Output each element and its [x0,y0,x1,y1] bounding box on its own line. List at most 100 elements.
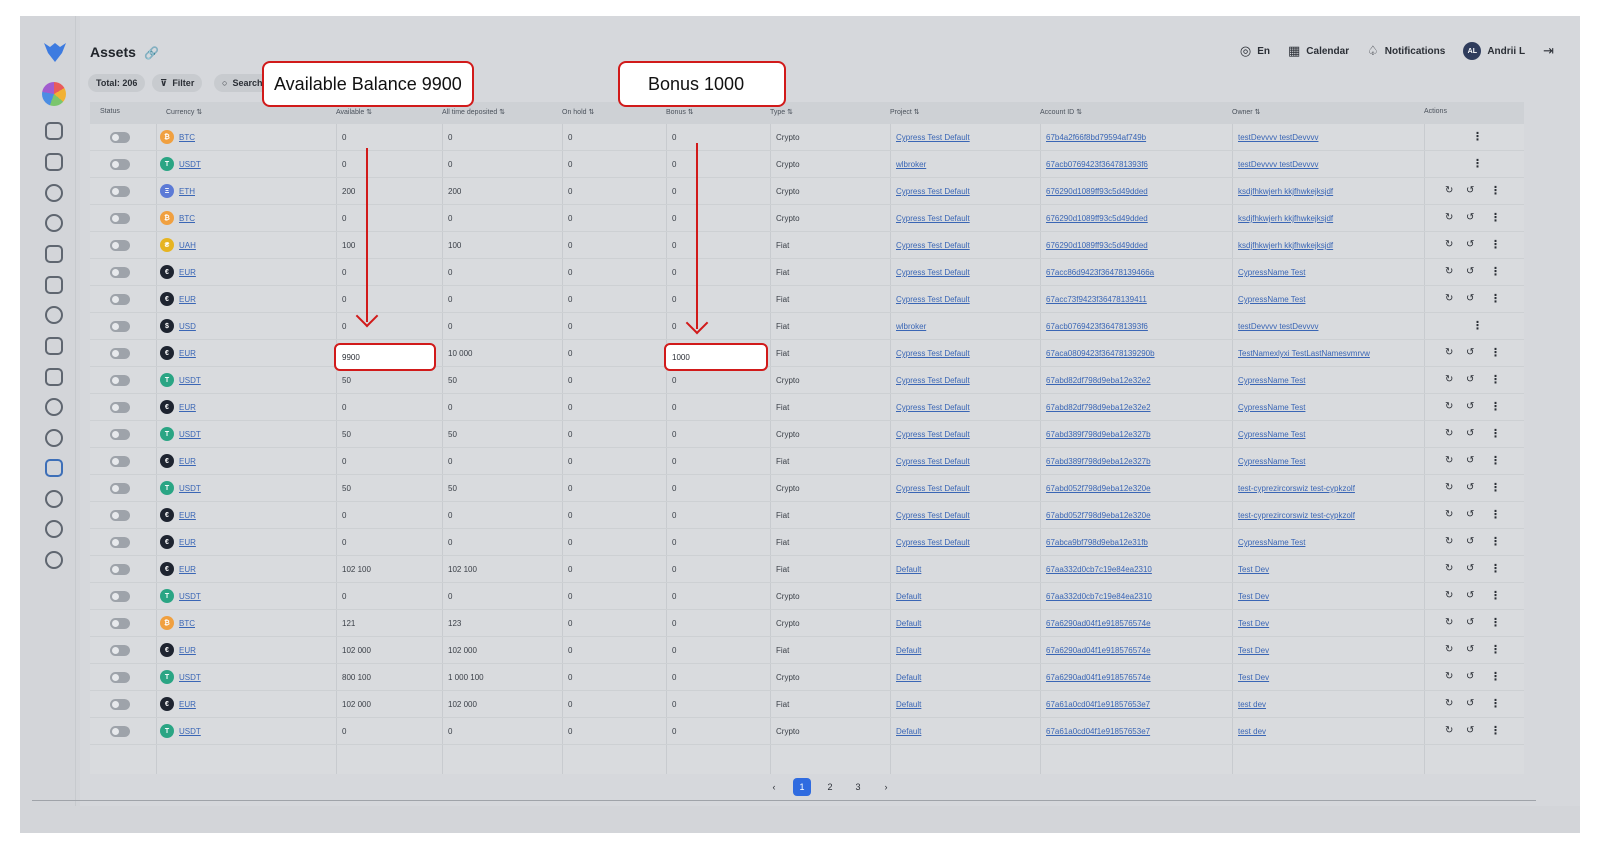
withdraw-icon[interactable]: ↺ [1466,266,1474,277]
column-header[interactable]: Owner ⇅ [1232,108,1260,116]
withdraw-icon[interactable]: ↺ [1466,482,1474,493]
project-link[interactable]: Cypress Test Default [896,268,970,277]
withdraw-icon[interactable]: ↺ [1466,428,1474,439]
column-header[interactable]: Type ⇅ [770,108,793,116]
owner-link[interactable]: CypressName Test [1238,376,1305,385]
currency-link[interactable]: EUR [179,700,196,709]
status-toggle[interactable] [110,537,130,548]
status-toggle[interactable] [110,402,130,413]
currency-link[interactable]: BTC [179,133,195,142]
table-row[interactable]: ₿ BTC 0 0 0 0 Crypto Cypress Test Default 67b4a2… [90,124,1524,151]
notifications-button[interactable]: ♤ Notifications [1367,43,1445,59]
coins-icon[interactable] [45,398,63,416]
table-row[interactable]: $ USD 0 0 0 0 Fiat wlbroker 67acb0769423f3647813… [90,313,1524,340]
document-icon[interactable] [45,245,63,263]
more-actions-icon[interactable]: ⋮ [1490,238,1501,251]
currency-link[interactable]: EUR [179,565,196,574]
deposit-icon[interactable]: ↻ [1445,644,1453,655]
deposit-icon[interactable]: ↻ [1445,590,1453,601]
project-link[interactable]: Default [896,565,921,574]
table-row[interactable]: T USDT 50 50 0 0 Crypto Cypress Test Default 67a… [90,475,1524,502]
more-actions-icon[interactable]: ⋮ [1490,211,1501,224]
currency-link[interactable]: BTC [179,214,195,223]
column-header[interactable]: Bonus ⇅ [666,108,694,116]
status-toggle[interactable] [110,564,130,575]
more-actions-icon[interactable]: ⋮ [1490,400,1501,413]
status-toggle[interactable] [110,645,130,656]
project-link[interactable]: Default [896,592,921,601]
currency-link[interactable]: EUR [179,511,196,520]
more-actions-icon[interactable]: ⋮ [1490,535,1501,548]
users-icon[interactable] [45,184,63,202]
account-id-link[interactable]: 67b4a2f66f8bd79594af749b [1046,133,1146,142]
status-toggle[interactable] [110,429,130,440]
deposit-icon[interactable]: ↻ [1445,266,1453,277]
table-row[interactable]: Ξ ETH 200 200 0 0 Crypto Cypress Test Default 67… [90,178,1524,205]
owner-link[interactable]: ksdjfhkwjerh kkjfhwkejksjdf [1238,187,1333,196]
project-link[interactable]: wlbroker [896,160,926,169]
account-id-link[interactable]: 67a61a0cd04f1e91857653e7 [1046,700,1150,709]
project-link[interactable]: Cypress Test Default [896,403,970,412]
more-actions-icon[interactable]: ⋮ [1472,319,1483,332]
project-link[interactable]: Default [896,727,921,736]
more-actions-icon[interactable]: ⋮ [1490,724,1501,737]
currency-link[interactable]: USDT [179,430,201,439]
table-row[interactable]: € EUR 0 0 0 0 Fiat Cypress Test Default 67abca9b… [90,529,1524,556]
table-row[interactable]: T USDT 0 0 0 0 Crypto wlbroker 67acb0769423f3647… [90,151,1524,178]
owner-link[interactable]: testDevvvv testDevvvv [1238,160,1318,169]
more-actions-icon[interactable]: ⋮ [1490,373,1501,386]
withdraw-icon[interactable]: ↺ [1466,536,1474,547]
status-toggle[interactable] [110,159,130,170]
withdraw-icon[interactable]: ↺ [1466,374,1474,385]
account-id-link[interactable]: 67acb0769423f364781393f6 [1046,322,1148,331]
logo-icon[interactable] [42,41,68,63]
link-icon[interactable]: 🔗 [144,46,159,60]
project-link[interactable]: Default [896,673,921,682]
withdraw-icon[interactable]: ↺ [1466,347,1474,358]
sort-icon[interactable]: ⇅ [497,109,505,116]
folder-icon[interactable] [45,337,63,355]
currency-link[interactable]: EUR [179,268,196,277]
more-actions-icon[interactable]: ⋮ [1490,508,1501,521]
withdraw-icon[interactable]: ↺ [1466,239,1474,250]
table-row[interactable]: ₿ BTC 121 123 0 0 Crypto Default 67a6290ad04f1e9… [90,610,1524,637]
account-id-link[interactable]: 67aa332d0cb7c19e84ea2310 [1046,592,1152,601]
deposit-icon[interactable]: ↻ [1445,617,1453,628]
currency-link[interactable]: USDT [179,592,201,601]
currency-link[interactable]: EUR [179,349,196,358]
more-actions-icon[interactable]: ⋮ [1490,697,1501,710]
account-id-link[interactable]: 676290d1089ff93c5d49dded [1046,214,1148,223]
currency-link[interactable]: BTC [179,619,195,628]
owner-link[interactable]: Test Dev [1238,646,1269,655]
deposit-icon[interactable]: ↻ [1445,671,1453,682]
sort-icon[interactable]: ⇅ [364,109,372,116]
infinity-icon[interactable] [45,429,63,447]
status-toggle[interactable] [110,618,130,629]
status-toggle[interactable] [110,267,130,278]
project-link[interactable]: Cypress Test Default [896,538,970,547]
owner-link[interactable]: CypressName Test [1238,268,1305,277]
project-link[interactable]: Cypress Test Default [896,241,970,250]
status-toggle[interactable] [110,132,130,143]
currency-link[interactable]: USD [179,322,196,331]
column-header[interactable]: On hold ⇅ [562,108,594,116]
status-toggle[interactable] [110,726,130,737]
account-id-link[interactable]: 67aca0809423f36478139290b [1046,349,1155,358]
sort-icon[interactable]: ⇅ [194,109,202,116]
column-header[interactable]: Available ⇅ [336,108,372,116]
owner-link[interactable]: testDevvvv testDevvvv [1238,133,1318,142]
withdraw-icon[interactable]: ↺ [1466,293,1474,304]
account-id-link[interactable]: 676290d1089ff93c5d49dded [1046,241,1148,250]
status-toggle[interactable] [110,456,130,467]
deposit-icon[interactable]: ↻ [1445,536,1453,547]
page-3-button[interactable]: 3 [849,778,867,796]
color-wheel-icon[interactable] [42,82,66,106]
cube-icon[interactable] [45,490,63,508]
project-link[interactable]: Cypress Test Default [896,376,970,385]
currency-link[interactable]: USDT [179,673,201,682]
table-row[interactable]: T USDT 50 50 0 0 Crypto Cypress Test Default 67a… [90,421,1524,448]
owner-link[interactable]: TestNamexlyxi TestLastNamesvmrvw [1238,349,1370,358]
more-actions-icon[interactable]: ⋮ [1490,292,1501,305]
sort-icon[interactable]: ⇅ [686,109,694,116]
project-link[interactable]: Cypress Test Default [896,214,970,223]
